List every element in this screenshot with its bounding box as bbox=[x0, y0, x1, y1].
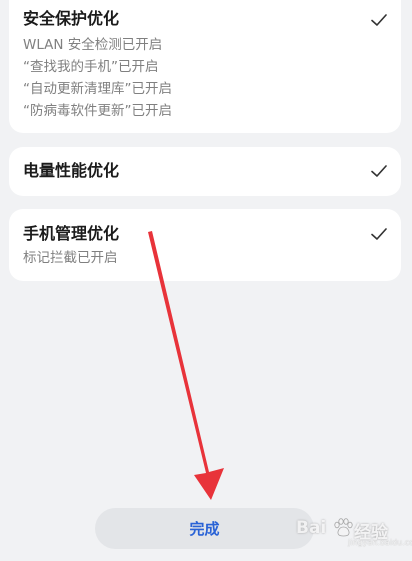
done-button[interactable]: 完成 bbox=[95, 508, 314, 549]
watermark-url: jingyan.baidu.com bbox=[348, 538, 412, 547]
wlan-security-status: WLAN 安全检测已开启 bbox=[23, 37, 163, 53]
spam-marking-status: 标记拦截已开启 bbox=[23, 250, 118, 266]
check-icon bbox=[371, 228, 387, 240]
watermark-text-right: 经验 bbox=[354, 523, 388, 543]
check-icon bbox=[371, 14, 387, 26]
find-my-phone-status: “查找我的手机”已开启 bbox=[23, 59, 159, 75]
paw-icon bbox=[334, 518, 353, 537]
security-optimization-title: 安全保护优化 bbox=[23, 9, 120, 28]
check-icon bbox=[371, 165, 387, 177]
security-optimization-card: 安全保护优化 WLAN 安全检测已开启 “查找我的手机”已开启 “自动更新清理库… bbox=[9, 0, 401, 133]
done-button-label: 完成 bbox=[189, 520, 220, 538]
battery-optimization-title: 电量性能优化 bbox=[23, 161, 120, 180]
antivirus-update-status: “防病毒软件更新”已开启 bbox=[23, 103, 172, 119]
phone-management-card: 手机管理优化 标记拦截已开启 bbox=[9, 209, 401, 281]
auto-update-cleanup-status: “自动更新清理库”已开启 bbox=[23, 81, 172, 97]
battery-optimization-card: 电量性能优化 bbox=[9, 147, 401, 196]
phone-management-title: 手机管理优化 bbox=[23, 224, 120, 243]
